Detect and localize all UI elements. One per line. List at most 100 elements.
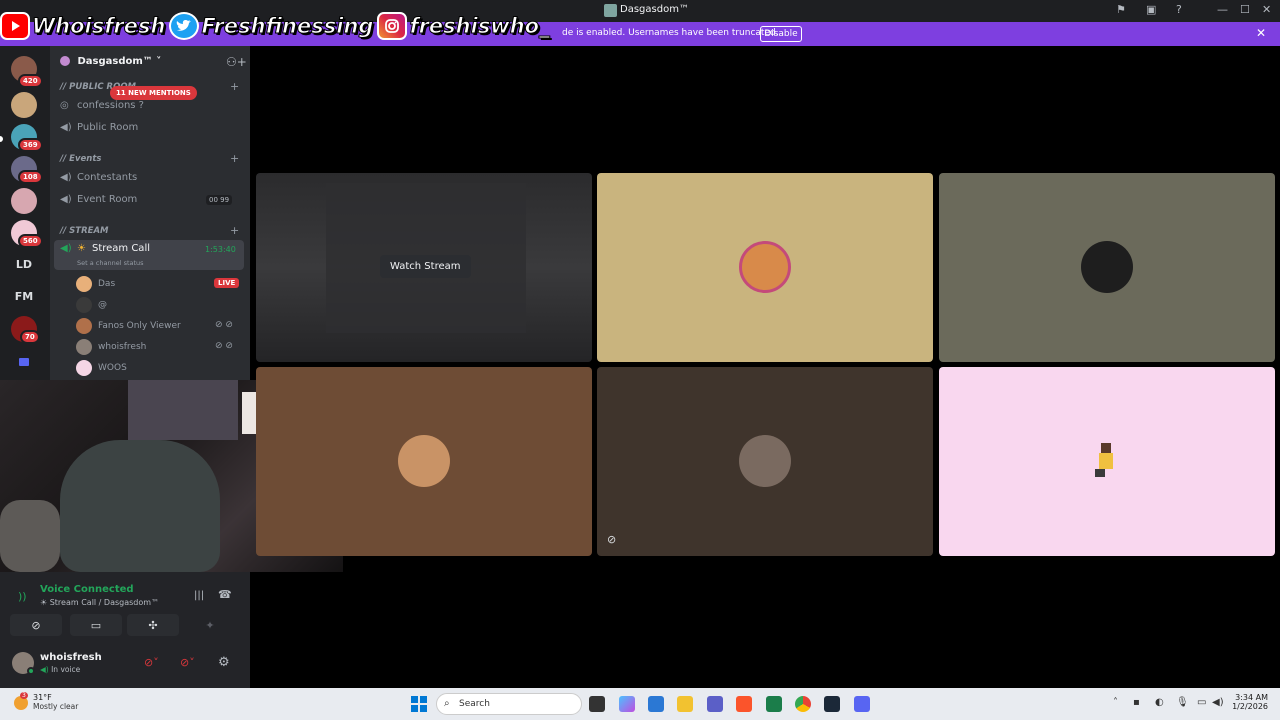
disconnect-icon[interactable]: ☎ bbox=[218, 588, 232, 601]
app-icon[interactable] bbox=[766, 696, 782, 712]
twitter-handle: Freshfinessing bbox=[169, 12, 374, 40]
system-clock[interactable]: 3:34 AM 1/2/2026 bbox=[1226, 693, 1268, 711]
channel-contestants[interactable]: ◀) Contestants bbox=[60, 172, 137, 183]
unread-badge: 108 bbox=[18, 170, 43, 184]
minimize-button[interactable]: — bbox=[1217, 3, 1228, 16]
weather-badge: 3 bbox=[20, 692, 28, 699]
channel-stream-call[interactable]: ◀) ☀ Stream Call bbox=[60, 243, 150, 254]
chair bbox=[0, 500, 60, 572]
muted-icons: ⊘ ⊘ bbox=[215, 320, 233, 330]
channel-sidebar: Dasgasdom™ ˅ ⚇+ // PUBLIC ROOM + 11 NEW … bbox=[50, 46, 250, 380]
microphone-icon[interactable]: 🎙 bbox=[1176, 697, 1189, 708]
brave-icon[interactable] bbox=[736, 696, 752, 712]
channel-event-room[interactable]: ◀) Event Room bbox=[60, 194, 137, 205]
voice-user[interactable]: whoisfresh bbox=[76, 339, 146, 355]
server-fm[interactable]: FM bbox=[10, 290, 38, 303]
voice-user[interactable]: Fanos Only Viewer bbox=[76, 318, 181, 334]
unread-badge: 420 bbox=[18, 74, 43, 88]
channel-public-room[interactable]: ◀) Public Room bbox=[60, 122, 138, 133]
speaker-icon: ◀) bbox=[60, 194, 72, 205]
maximize-button[interactable]: ☐ bbox=[1240, 3, 1250, 16]
channel-confessions[interactable]: ◎ confessions ? bbox=[60, 100, 144, 111]
tray-app-icon[interactable]: ◐ bbox=[1155, 697, 1164, 708]
participant-tile[interactable]: ⊘ bbox=[597, 367, 933, 556]
watch-stream-button[interactable]: Watch Stream bbox=[380, 255, 471, 278]
voice-user[interactable]: WOOS bbox=[76, 360, 127, 376]
signal-icon[interactable]: )) bbox=[18, 590, 27, 603]
add-channel-icon[interactable]: + bbox=[230, 152, 239, 165]
folder-icon[interactable] bbox=[11, 352, 37, 378]
help-icon[interactable]: ? bbox=[1176, 3, 1182, 16]
participant-tile[interactable] bbox=[939, 173, 1275, 362]
tray-app-icon[interactable]: ▪ bbox=[1133, 697, 1140, 708]
monitor-icon[interactable]: ▣ bbox=[1146, 3, 1156, 16]
screen-share-button[interactable]: ▭ bbox=[70, 614, 122, 636]
activities-button[interactable]: ✣ bbox=[127, 614, 179, 636]
category-stream[interactable]: // STREAM bbox=[60, 226, 108, 236]
chrome-icon[interactable] bbox=[795, 696, 811, 712]
mic-muted-icon[interactable]: ⊘˅ bbox=[144, 656, 159, 669]
avatar bbox=[76, 297, 92, 313]
close-banner-icon[interactable]: ✕ bbox=[1256, 26, 1266, 40]
noise-suppression-icon[interactable]: ||| bbox=[194, 590, 204, 601]
participant-tile[interactable] bbox=[256, 367, 592, 556]
discord-icon[interactable] bbox=[854, 696, 870, 712]
server-ld[interactable]: LD bbox=[10, 258, 38, 271]
avatar bbox=[76, 276, 92, 292]
live-badge: LIVE bbox=[214, 278, 240, 288]
add-channel-icon[interactable]: + bbox=[230, 80, 239, 93]
person-silhouette bbox=[60, 440, 220, 572]
speaker-icon: ◀) bbox=[60, 122, 72, 133]
participant-tile[interactable] bbox=[939, 367, 1275, 556]
volume-icon[interactable]: ◀) bbox=[1212, 697, 1224, 708]
close-window-button[interactable]: ✕ bbox=[1262, 3, 1271, 16]
server-logo-icon bbox=[60, 56, 70, 66]
avatar bbox=[739, 241, 791, 293]
search-icon: ⌕ bbox=[444, 698, 450, 709]
unread-badge: 70 bbox=[20, 330, 40, 344]
taskbar-search[interactable]: ⌕ Search bbox=[436, 693, 582, 715]
server-name[interactable]: Dasgasdom™ ˅ bbox=[60, 56, 161, 67]
server-icon[interactable] bbox=[11, 188, 37, 214]
steam-icon[interactable] bbox=[824, 696, 840, 712]
user-count: 00 99 bbox=[206, 195, 233, 205]
participant-tile[interactable] bbox=[597, 173, 933, 362]
copilot-icon[interactable] bbox=[619, 696, 635, 712]
teams-icon[interactable] bbox=[707, 696, 723, 712]
window-background bbox=[128, 380, 238, 440]
new-mentions-badge[interactable]: 11 NEW MENTIONS bbox=[110, 86, 197, 100]
task-view-icon[interactable] bbox=[589, 696, 605, 712]
windows-start-icon[interactable] bbox=[411, 696, 427, 712]
tray-chevron-icon[interactable]: ˄ bbox=[1113, 697, 1118, 708]
unread-badge: 560 bbox=[18, 234, 43, 248]
settings-gear-icon[interactable]: ⚙ bbox=[218, 655, 230, 670]
stream-tile[interactable]: Watch Stream bbox=[256, 173, 592, 362]
network-icon[interactable]: ▭ bbox=[1197, 697, 1206, 708]
file-explorer-icon[interactable] bbox=[677, 696, 693, 712]
twitter-icon bbox=[169, 12, 200, 40]
camera-off-icon: ⊘ bbox=[607, 533, 617, 546]
soundboard-button[interactable]: ✦ bbox=[184, 614, 236, 636]
add-friend-icon[interactable]: ⚇+ bbox=[226, 55, 247, 69]
server-icon[interactable] bbox=[11, 92, 37, 118]
add-channel-icon[interactable]: + bbox=[230, 224, 239, 237]
sun-icon: ☀ bbox=[77, 243, 86, 254]
online-status-icon bbox=[27, 667, 35, 675]
voice-user[interactable]: @ bbox=[76, 297, 107, 313]
store-icon[interactable] bbox=[648, 696, 664, 712]
voice-status[interactable]: Voice Connected bbox=[40, 584, 134, 595]
voice-user[interactable]: Das bbox=[76, 276, 115, 292]
stream-timer: 1:53:40 bbox=[205, 245, 236, 254]
disable-button[interactable]: Disable bbox=[760, 26, 802, 42]
deafened-icon[interactable]: ⊘˅ bbox=[180, 656, 195, 669]
camera-off-button[interactable]: ⊘ bbox=[10, 614, 62, 636]
youtube-icon bbox=[0, 12, 30, 40]
channel-status[interactable]: Set a channel status bbox=[77, 259, 144, 267]
unread-pill bbox=[0, 136, 3, 142]
category-events[interactable]: // Events bbox=[60, 154, 101, 164]
windows-taskbar: 3 31°F Mostly clear ⌕ Search ˄ ▪ ◐ 🎙 ▭ ◀… bbox=[0, 688, 1280, 720]
weather-widget[interactable]: 31°F Mostly clear bbox=[33, 693, 78, 711]
avatar bbox=[76, 318, 92, 334]
flag-icon[interactable]: ⚑ bbox=[1116, 3, 1126, 16]
current-username: whoisfresh bbox=[40, 652, 102, 663]
